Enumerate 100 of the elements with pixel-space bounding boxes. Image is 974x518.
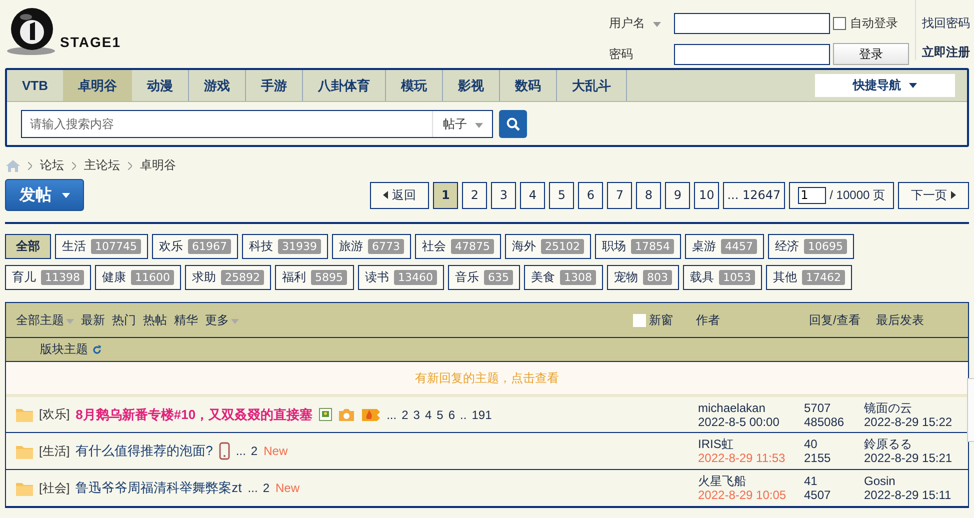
thread-category[interactable]: [欢乐] <box>39 406 70 423</box>
category-filter[interactable]: 科技 31939 <box>242 234 328 259</box>
count-badge: 25892 <box>221 270 264 285</box>
last-poster[interactable]: Gosin <box>864 474 968 488</box>
page-button[interactable]: 2 <box>462 182 488 208</box>
last-poster[interactable]: 鈴原るる <box>864 437 968 451</box>
page-link[interactable]: ... <box>248 481 258 495</box>
search-field[interactable]: 请输入搜索内容 帖子 <box>21 110 493 138</box>
nav-tab[interactable]: 卓明谷 <box>63 70 132 101</box>
thread-category[interactable]: [社会] <box>39 480 70 496</box>
thread-title[interactable]: 8月鹅乌新番专楼#10，又双叒叕的直接塞 <box>76 406 313 424</box>
category-filter[interactable]: 音乐 635 <box>448 265 520 290</box>
page-link[interactable]: 5 <box>436 408 444 422</box>
page-button[interactable]: 4 <box>520 182 546 208</box>
category-filter[interactable]: 健康 11600 <box>95 265 181 290</box>
page-input[interactable]: 1 <box>798 186 826 204</box>
page-button[interactable]: 6 <box>578 182 604 208</box>
right-arrow-icon <box>951 191 956 199</box>
chevron-icon <box>128 162 132 170</box>
page-link[interactable]: ... <box>386 408 397 422</box>
refresh-icon[interactable] <box>92 344 102 354</box>
password-field[interactable] <box>674 44 830 65</box>
logo-icon[interactable] <box>6 6 56 56</box>
thread-author[interactable]: michaelakan <box>698 400 804 414</box>
page-link[interactable]: 6 <box>448 408 456 422</box>
nav-tab[interactable]: VTB <box>7 70 63 101</box>
category-filter[interactable]: 求助 25892 <box>185 265 271 290</box>
filter-link[interactable]: 更多 <box>205 312 239 328</box>
new-label: New <box>276 481 300 495</box>
last-post-time: 2022-8-29 15:21 <box>864 451 954 465</box>
page-link[interactable]: ... <box>236 444 246 458</box>
view-count: 2155 <box>804 451 832 465</box>
checkbox[interactable] <box>833 16 846 30</box>
quick-nav-button[interactable]: 快捷导航 <box>815 74 955 97</box>
post-button[interactable]: 发帖 <box>5 179 84 211</box>
folder-icon <box>16 480 33 496</box>
page-button[interactable]: ... 12647 <box>723 182 785 208</box>
filter-link[interactable]: 最新 <box>81 312 105 328</box>
forgot-password-link[interactable]: 找回密码 <box>922 15 970 32</box>
page-button[interactable]: 5 <box>549 182 574 208</box>
category-filter[interactable]: 其他 17462 <box>766 265 852 290</box>
register-link[interactable]: 立即注册 <box>922 44 970 61</box>
count-badge: 6773 <box>368 239 404 254</box>
filter-link[interactable]: 热帖 <box>143 312 167 328</box>
breadcrumb-link[interactable]: 主论坛 <box>84 157 120 174</box>
search-icon <box>506 117 520 131</box>
page-link[interactable]: 4 <box>424 408 432 422</box>
post-date: 2022-8-29 10:05 <box>698 488 788 502</box>
category-filter[interactable]: 社会 47875 <box>415 234 501 259</box>
page-link[interactable]: 2 <box>402 408 408 422</box>
next-page-button[interactable]: 下一页 <box>898 182 969 208</box>
thread-title[interactable]: 鲁迅爷爷周福清科举舞弊案zt <box>76 479 242 497</box>
page-link[interactable]: 2 <box>250 444 258 458</box>
category-filter[interactable]: 旅游 6773 <box>332 234 411 259</box>
page-link[interactable]: 191 <box>472 408 492 422</box>
caret-icon <box>909 83 917 88</box>
thread-category[interactable]: [生活] <box>39 442 70 460</box>
category-filter[interactable]: 桌游 4457 <box>685 234 764 259</box>
page-button[interactable]: 10 <box>694 182 720 208</box>
page-button[interactable]: 7 <box>607 182 632 208</box>
breadcrumb-link[interactable]: 论坛 <box>40 157 64 174</box>
category-filter[interactable]: 生活 107745 <box>55 234 148 259</box>
page-button[interactable]: 1 <box>433 182 458 208</box>
category-filter[interactable]: 读书 13460 <box>358 265 444 290</box>
category-filter[interactable]: 职场 17854 <box>595 234 681 259</box>
category-filter[interactable]: 宠物 803 <box>607 265 679 290</box>
reply-count: 40 <box>804 437 818 451</box>
thread-author[interactable]: 火星飞船 <box>698 474 804 488</box>
filter-link[interactable]: 全部主题 <box>16 312 74 328</box>
filter-link[interactable]: 热门 <box>112 312 136 328</box>
category-filter[interactable]: 海外 25102 <box>505 234 591 259</box>
page-link[interactable]: 2 <box>262 481 270 495</box>
page-button[interactable]: 8 <box>636 182 662 208</box>
search-scope-dropdown[interactable]: 帖子 <box>443 116 467 132</box>
category-filter[interactable]: 福利 5895 <box>275 265 354 290</box>
search-button[interactable] <box>499 110 527 138</box>
category-filter[interactable]: 美食 1308 <box>524 265 603 290</box>
page-link[interactable]: 3 <box>413 408 420 422</box>
category-filter[interactable]: 欢乐 61967 <box>152 234 238 259</box>
back-button[interactable]: 返回 <box>370 182 430 208</box>
username-field[interactable] <box>674 12 830 34</box>
category-filter[interactable]: 育儿 11398 <box>5 265 91 290</box>
page-link[interactable]: .. <box>460 408 467 422</box>
thread-author[interactable]: IRIS虹 <box>698 437 804 451</box>
last-poster[interactable]: 镜面の云 <box>864 400 968 414</box>
field-label: 用户名 <box>609 14 645 32</box>
count-badge: 47875 <box>451 239 494 254</box>
folder-icon <box>16 444 33 458</box>
thread-title[interactable]: 有什么值得推荐的泡面? <box>76 442 213 460</box>
category-filter[interactable]: 载具 1053 <box>683 265 762 290</box>
logo-text: STAGE1 <box>60 34 121 52</box>
filter-link[interactable]: 精华 <box>174 312 198 328</box>
page-button[interactable]: 9 <box>665 182 690 208</box>
count-badge: 17462 <box>802 270 845 285</box>
page-button[interactable]: 3 <box>491 182 516 208</box>
category-filter[interactable]: 全部 <box>5 234 51 259</box>
scroll-handle[interactable] <box>967 378 974 442</box>
login-button[interactable]: 登录 <box>833 43 909 66</box>
category-filter[interactable]: 经济 10695 <box>768 234 854 259</box>
breadcrumb-link[interactable]: 卓明谷 <box>140 157 176 174</box>
